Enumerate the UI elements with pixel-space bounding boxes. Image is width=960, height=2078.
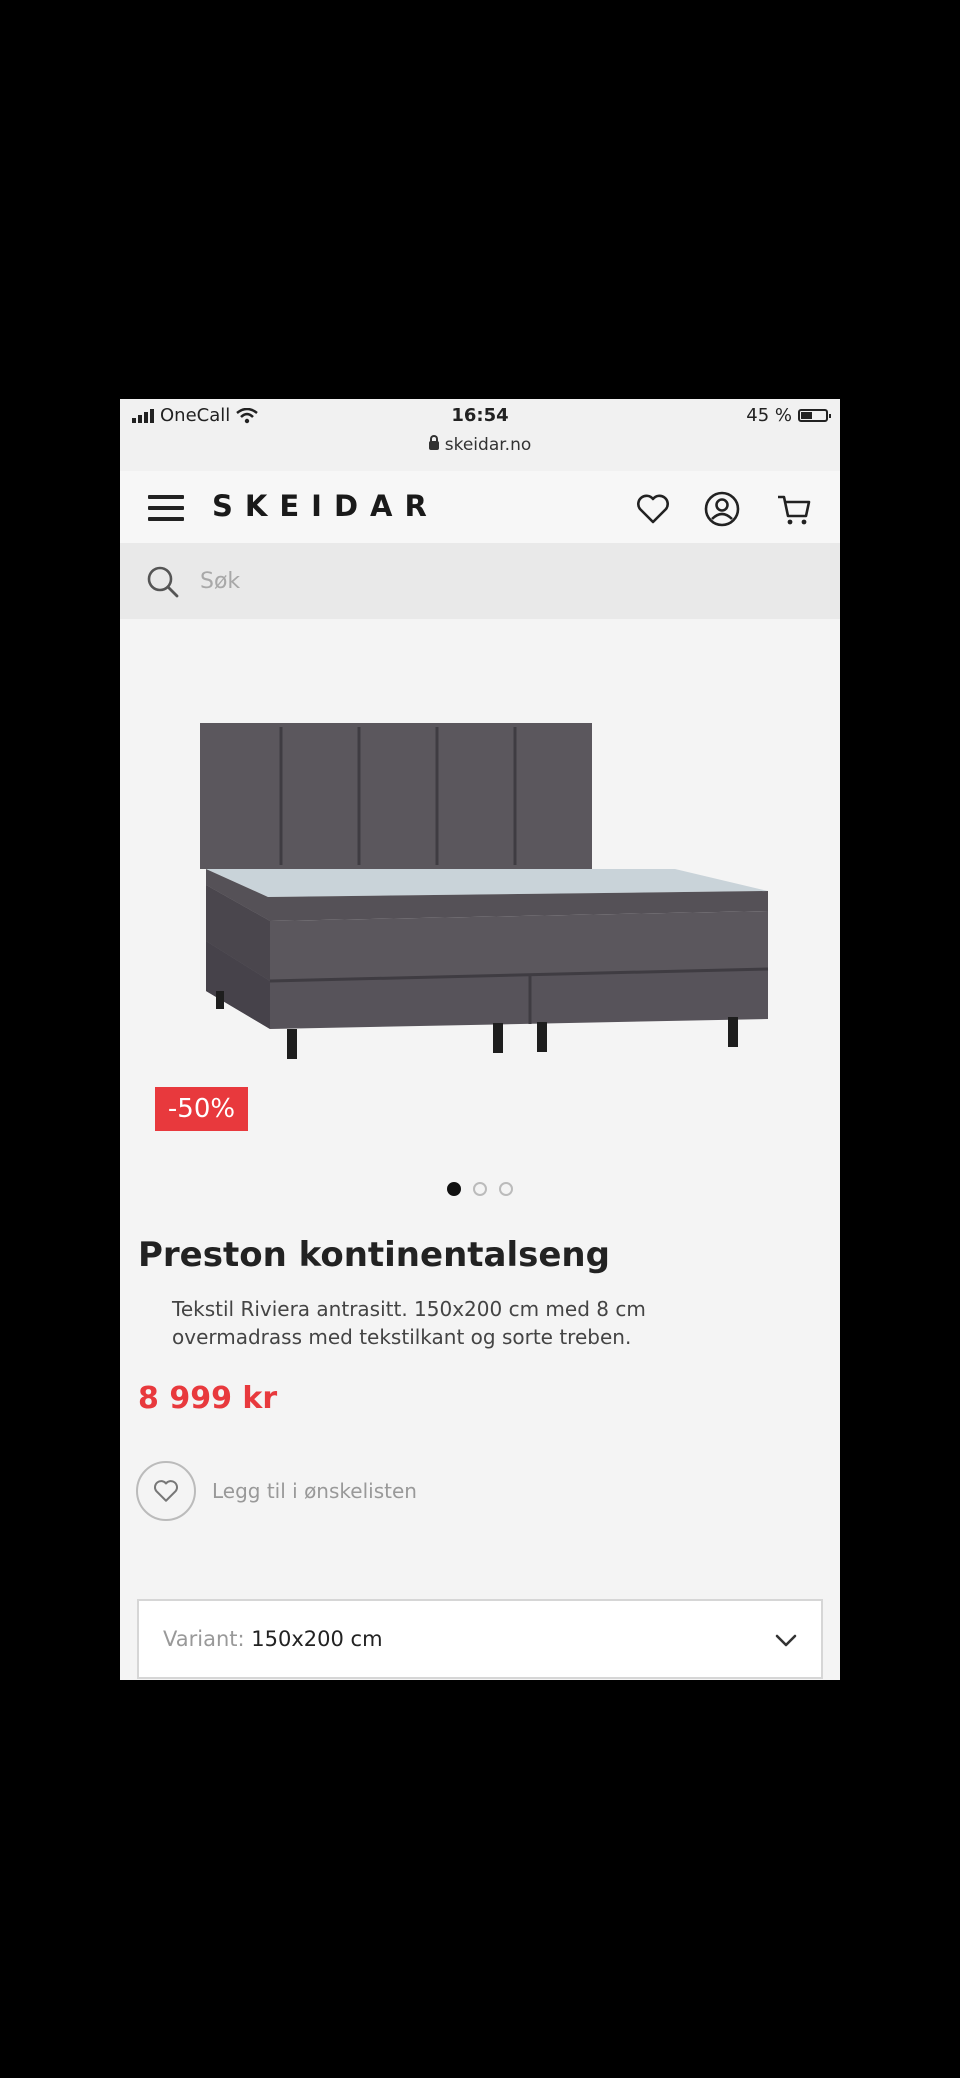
wishlist-label: Legg til i ønskelisten — [212, 1479, 417, 1503]
status-bar: OneCall 16:54 45 % skeidar.no — [120, 399, 840, 471]
image-dot-2[interactable] — [473, 1182, 487, 1196]
user-icon[interactable] — [702, 489, 742, 529]
url-text: skeidar.no — [444, 435, 532, 455]
wishlist-heart-icon — [136, 1461, 196, 1521]
image-pagination — [120, 1182, 840, 1196]
battery-info: 45 % — [746, 405, 831, 426]
image-dot-3[interactable] — [499, 1182, 513, 1196]
battery-icon — [798, 409, 831, 422]
image-dot-1[interactable] — [447, 1182, 461, 1196]
discount-badge: -50% — [155, 1087, 248, 1131]
variant-label: Variant: — [163, 1627, 245, 1651]
cart-icon[interactable] — [774, 489, 814, 529]
product-title: Preston kontinentalseng — [138, 1235, 610, 1275]
chevron-down-icon — [775, 1634, 797, 1647]
heart-icon[interactable] — [633, 489, 673, 529]
battery-percent: 45 % — [746, 405, 792, 426]
variant-value: 150x200 cm — [251, 1627, 383, 1651]
product-price: 8 999 kr — [138, 1381, 278, 1416]
site-logo[interactable]: SKEIDAR — [212, 489, 439, 523]
lock-icon — [428, 435, 439, 450]
search-bar — [120, 543, 840, 619]
site-header: SKEIDAR — [120, 471, 840, 543]
product-description: Tekstil Riviera antrasitt. 150x200 cm me… — [172, 1297, 646, 1349]
phone-screen: OneCall 16:54 45 % skeidar.no SKEIDAR Sø… — [120, 399, 840, 1680]
variant-text: Variant: 150x200 cm — [163, 1627, 383, 1651]
search-input[interactable] — [198, 557, 802, 605]
variant-select[interactable]: Variant: 150x200 cm — [137, 1599, 823, 1679]
menu-icon[interactable] — [148, 495, 184, 521]
url-bar[interactable]: skeidar.no — [120, 435, 840, 455]
add-to-wishlist-button[interactable]: Legg til i ønskelisten — [136, 1461, 417, 1521]
clock: 16:54 — [451, 405, 509, 426]
search-icon[interactable] — [144, 563, 182, 601]
